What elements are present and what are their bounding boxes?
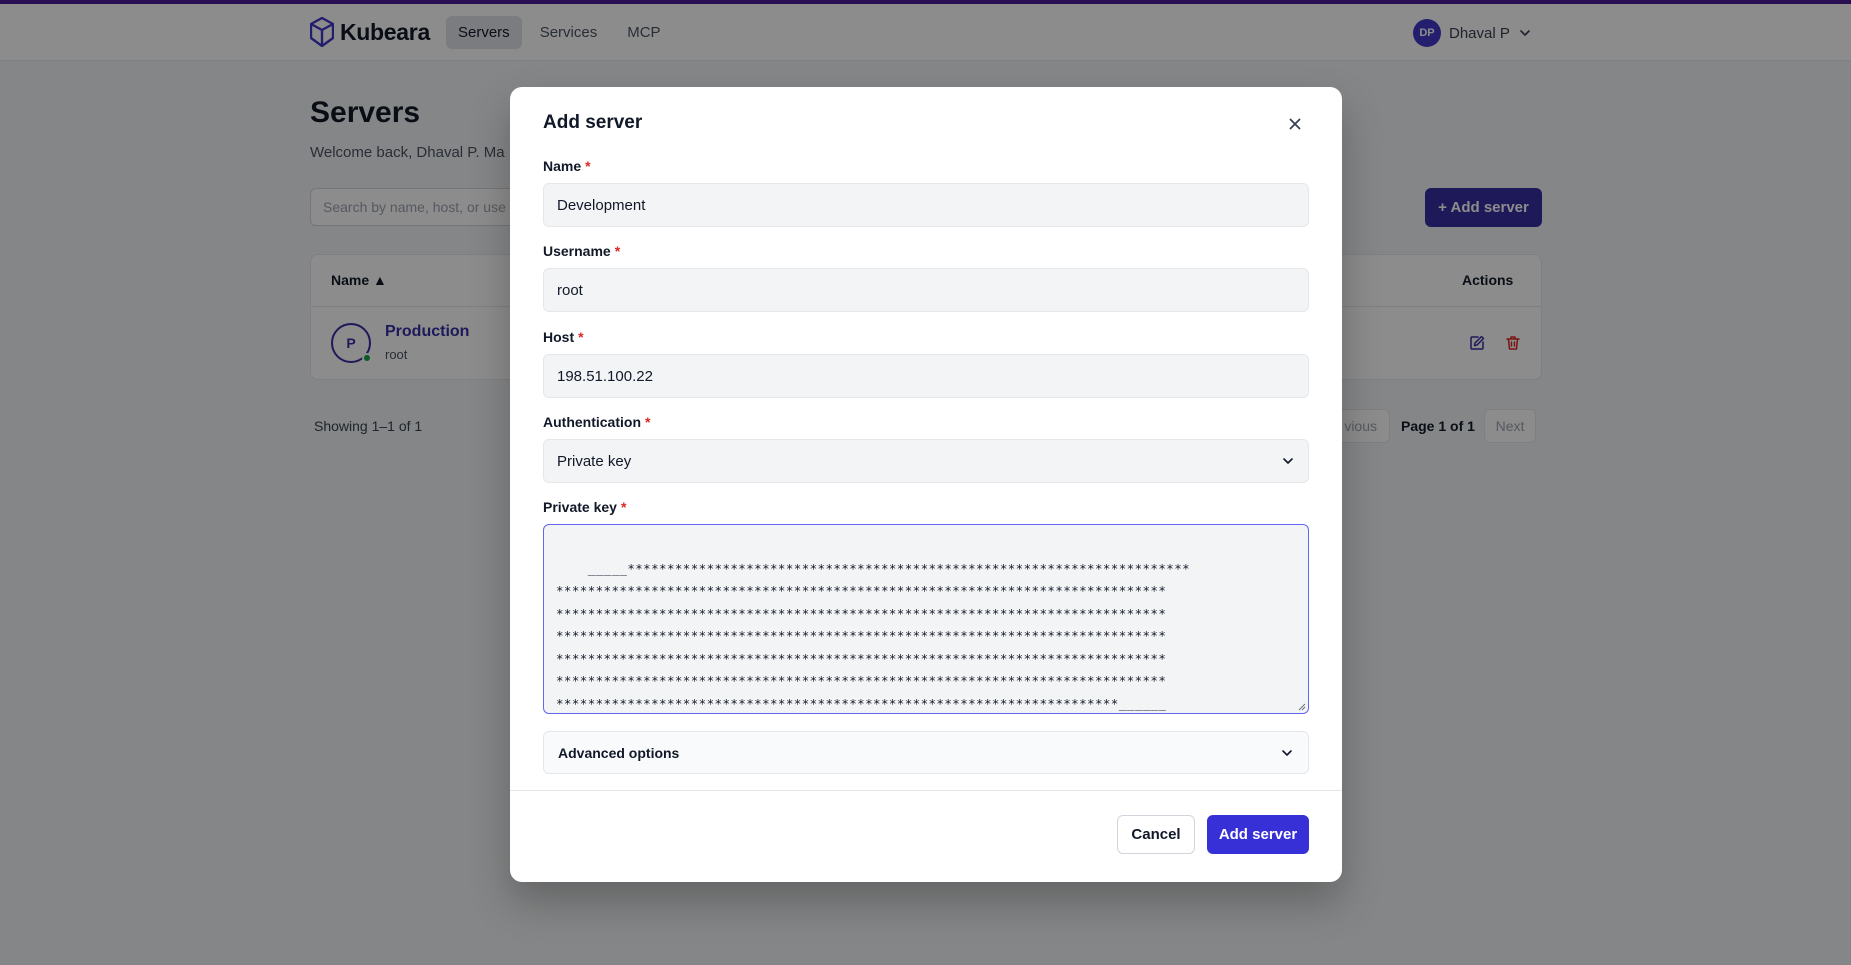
username-label: Username * — [543, 243, 620, 259]
private-key-textarea[interactable]: _____***********************************… — [543, 524, 1309, 714]
close-icon — [1289, 118, 1301, 130]
resize-handle-icon[interactable] — [1298, 703, 1306, 711]
name-input[interactable]: Development — [543, 183, 1309, 227]
add-server-dialog: Add server Name * Development Username * r… — [510, 87, 1342, 882]
required-marker: * — [645, 414, 651, 430]
private-key-label: Private key * — [543, 499, 626, 515]
advanced-options-toggle[interactable]: Advanced options — [543, 731, 1309, 774]
required-marker: * — [585, 158, 591, 174]
host-input[interactable]: 198.51.100.22 — [543, 354, 1309, 398]
host-label-text: Host — [543, 329, 575, 345]
required-marker: * — [620, 499, 627, 515]
username-label-text: Username — [543, 243, 611, 259]
authentication-label-text: Authentication — [543, 414, 641, 430]
authentication-label: Authentication * — [543, 414, 650, 430]
private-key-label-text: Private key — [543, 499, 617, 515]
chevron-down-icon — [1283, 458, 1293, 464]
required-marker: * — [578, 329, 584, 345]
private-key-value: _____***********************************… — [556, 560, 1191, 711]
authentication-select[interactable]: Private key — [543, 439, 1309, 483]
required-marker: * — [614, 243, 621, 259]
submit-add-server-button[interactable]: Add server — [1207, 815, 1309, 854]
username-input[interactable]: root — [543, 268, 1309, 312]
close-button[interactable] — [1284, 113, 1306, 135]
advanced-options-label: Advanced options — [558, 744, 680, 761]
name-label: Name * — [543, 158, 591, 174]
name-label-text: Name — [543, 158, 582, 174]
host-label: Host * — [543, 329, 584, 345]
authentication-selected-value: Private key — [557, 452, 632, 470]
dialog-title: Add server — [543, 112, 643, 133]
cancel-button[interactable]: Cancel — [1117, 815, 1195, 854]
dialog-footer-divider — [510, 790, 1342, 791]
chevron-down-icon — [1282, 749, 1292, 756]
